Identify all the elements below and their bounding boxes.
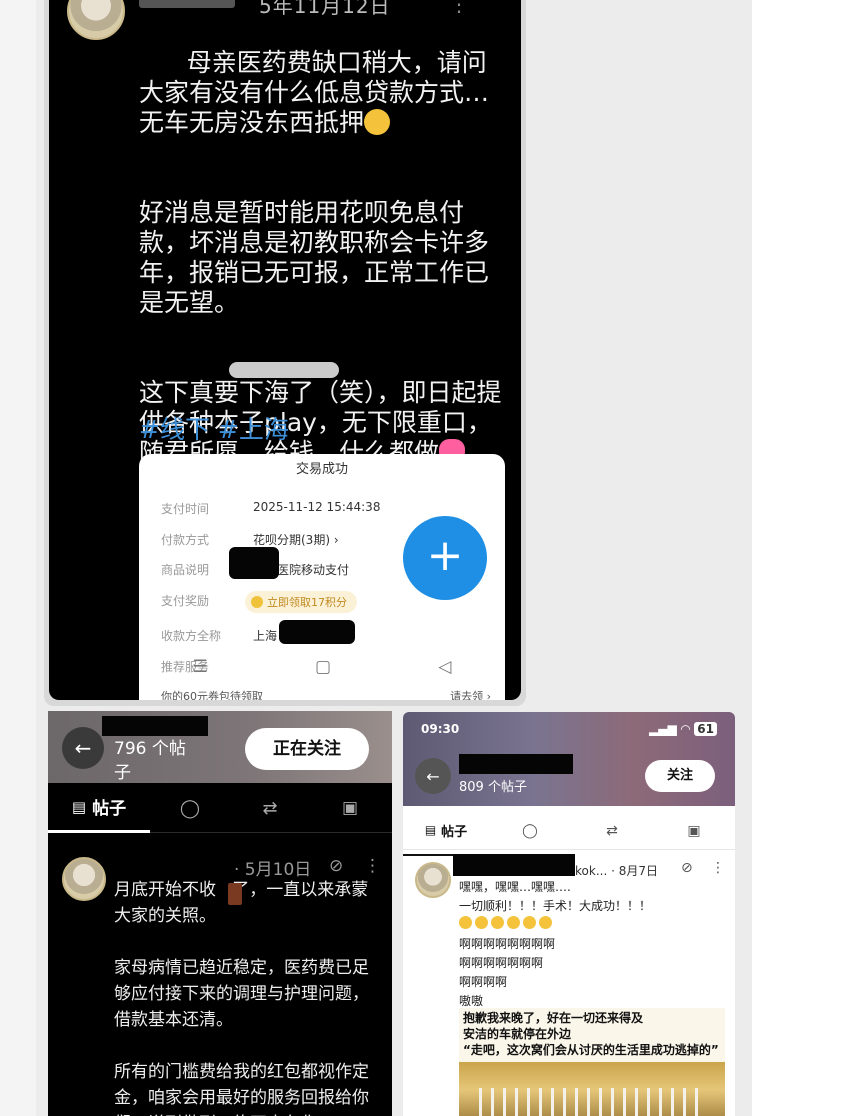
follow-button[interactable]: 关注 bbox=[645, 760, 715, 792]
payment-receipt-image: 交易成功 支付时间 2025-11-12 15:44:38 付款方式 花呗分期(… bbox=[139, 454, 505, 700]
back-button[interactable]: ← bbox=[62, 727, 104, 769]
coin-icon bbox=[251, 596, 263, 608]
pensive-emoji-icon bbox=[364, 109, 391, 135]
receipt-footer: 你的60元券包待领取 请去领 › bbox=[161, 688, 491, 700]
avatar[interactable] bbox=[62, 857, 106, 901]
battery-icon: 61 bbox=[694, 722, 717, 736]
left-gutter bbox=[0, 0, 36, 1116]
more-icon[interactable]: ⋮ bbox=[364, 856, 381, 876]
tab-reposts[interactable]: ⇄ bbox=[230, 783, 310, 833]
pleading-emoji-icon bbox=[491, 916, 504, 929]
posts-icon: ▤ bbox=[424, 823, 437, 837]
right-profile-screenshot[interactable]: 09:30 ▂▄▆ ◠ 61 ← 809 个帖子 关注 ▤ 帖子 ◯ ⇄ ▣ k… bbox=[403, 712, 735, 1116]
post-paragraph-2: 好消息是暂时能用花呗免息付款，坏消息是初教职称会卡许多年，报销已无可报，正常工作… bbox=[139, 198, 490, 317]
post-count: 796 个帖子 bbox=[114, 739, 186, 783]
tab-posts[interactable]: ▤ 帖子 bbox=[48, 783, 150, 833]
menu-icon[interactable]: ☰ bbox=[193, 657, 208, 677]
reward-label: 立即领取17积分 bbox=[267, 596, 347, 609]
following-button[interactable]: 正在关注 bbox=[245, 728, 369, 770]
post-handle-date: kok... · 8月7日 bbox=[575, 864, 658, 878]
tab-media[interactable]: ▣ bbox=[653, 806, 735, 856]
post-count: 809 个帖子 bbox=[459, 780, 527, 795]
tab-reposts[interactable]: ⇄ bbox=[571, 806, 653, 856]
receipt-label-desc: 商品说明 bbox=[161, 563, 210, 577]
coupon-link[interactable]: 请去领 › bbox=[450, 688, 491, 700]
tab-replies[interactable]: ◯ bbox=[489, 806, 571, 856]
no-sync-icon[interactable]: ⊘ bbox=[681, 860, 693, 876]
more-icon[interactable]: ⋮ bbox=[711, 860, 725, 876]
receipt-value-desc: 医院移动支付 bbox=[277, 563, 350, 577]
post-image[interactable]: 抱歉我来晚了，好在一切还来得及 安洁的车就停在外边 “走吧，这次窝们会从讨厌的生… bbox=[459, 1008, 725, 1116]
reward-badge[interactable]: 立即领取17积分 bbox=[245, 591, 357, 613]
profile-tabs: ▤ 帖子 ◯ ⇄ ▣ bbox=[403, 806, 735, 856]
comment-icon: ◯ bbox=[179, 797, 201, 819]
redacted-block bbox=[229, 547, 279, 579]
pleading-emoji-icon bbox=[507, 916, 520, 929]
tab-posts-label: 帖子 bbox=[441, 824, 468, 840]
redacted-username bbox=[453, 854, 575, 876]
back-button[interactable]: ← bbox=[415, 758, 451, 794]
tab-posts[interactable]: ▤ 帖子 bbox=[403, 806, 489, 856]
post-paragraph-1: 母亲医药费缺口稍大，请问大家有没有什么低息贷款方式…无车无房没东西抵押 bbox=[139, 48, 490, 137]
left-profile-screenshot[interactable]: ← 796 个帖子 正在关注 ▤ 帖子 ◯ ⇄ ▣ · 5月10日 ⊘ ⋮ 月底… bbox=[48, 711, 392, 1116]
redacted-username bbox=[459, 754, 573, 774]
tab-replies[interactable]: ◯ bbox=[150, 783, 230, 833]
receipt-label-method: 付款方式 bbox=[161, 533, 210, 547]
receipt-label-reward: 支付奖励 bbox=[161, 594, 210, 608]
profile-header: 09:30 ▂▄▆ ◠ 61 ← 809 个帖子 关注 bbox=[403, 712, 735, 806]
post-body: 月底开始不收 了，一直以来承蒙大家的关照。 家母病情已趋近稳定，医药费已足够应付… bbox=[114, 880, 369, 1116]
photo-bed-rail bbox=[459, 1062, 725, 1116]
redacted-smudge bbox=[229, 362, 339, 378]
status-bar: 09:30 ▂▄▆ ◠ 61 bbox=[403, 712, 735, 746]
redacted-block bbox=[279, 620, 355, 644]
profile-header: ← 796 个帖子 正在关注 bbox=[48, 711, 392, 783]
post-body: 嘿嘿，嘿嘿…嘿嘿…. 一切顺利！！！手术！大成功！！！ 啊啊啊啊啊啊啊啊 啊啊啊… bbox=[459, 880, 652, 1008]
comment-icon: ◯ bbox=[522, 823, 538, 839]
clock: 09:30 bbox=[421, 722, 460, 736]
receipt-label-payee: 收款方全称 bbox=[161, 629, 222, 643]
redacted-username bbox=[139, 0, 235, 8]
hashtags[interactable]: #线下 #上海 bbox=[139, 410, 289, 446]
arrow-left-icon: ← bbox=[74, 736, 92, 760]
avatar[interactable] bbox=[67, 0, 125, 40]
receipt-label-time: 支付时间 bbox=[161, 502, 210, 516]
pleading-emoji-icon bbox=[523, 916, 536, 929]
status-icons: ▂▄▆ ◠ 61 bbox=[649, 722, 717, 736]
profile-tabs: ▤ 帖子 ◯ ⇄ ▣ bbox=[48, 783, 392, 833]
posts-icon: ▤ bbox=[71, 797, 87, 816]
redacted-username bbox=[102, 716, 208, 736]
back-icon[interactable]: ◁ bbox=[438, 657, 451, 677]
signal-icon: ▂▄▆ bbox=[649, 722, 677, 736]
pleading-emoji-row bbox=[459, 916, 552, 929]
top-screenshot[interactable]: 5年11月12日 ⋮ 母亲医药费缺口稍大，请问大家有没有什么低息贷款方式…无车无… bbox=[44, 0, 526, 706]
image-caption: 抱歉我来晚了，好在一切还来得及 安洁的车就停在外边 “走吧，这次窝们会从讨厌的生… bbox=[463, 1011, 719, 1057]
repost-icon: ⇄ bbox=[606, 823, 618, 839]
avatar[interactable] bbox=[415, 862, 451, 898]
post-card: 5年11月12日 ⋮ 母亲医药费缺口稍大，请问大家有没有什么低息贷款方式…无车无… bbox=[49, 0, 521, 700]
repost-icon: ⇄ bbox=[262, 797, 278, 819]
redacted-block bbox=[228, 883, 242, 905]
post-date: 5年11月12日 bbox=[259, 0, 391, 18]
right-margin bbox=[752, 0, 849, 1116]
home-icon[interactable]: ▢ bbox=[315, 657, 331, 677]
media-icon: ▣ bbox=[341, 798, 359, 818]
wifi-icon: ◠ bbox=[680, 722, 691, 736]
more-icon[interactable]: ⋮ bbox=[449, 0, 469, 16]
receipt-title: 交易成功 bbox=[295, 462, 348, 477]
pleading-emoji-icon bbox=[539, 916, 552, 929]
receipt-value-method: 花呗分期(3期) › bbox=[253, 533, 339, 547]
add-button[interactable]: + bbox=[403, 516, 487, 600]
android-nav-bar: ☰ ▢ ◁ bbox=[139, 650, 505, 684]
arrow-left-icon: ← bbox=[426, 766, 440, 786]
pleading-emoji-icon bbox=[459, 916, 472, 929]
receipt-value-time: 2025-11-12 15:44:38 bbox=[253, 500, 381, 514]
no-sync-icon[interactable]: ⊘ bbox=[329, 856, 343, 876]
pleading-emoji-icon bbox=[475, 916, 488, 929]
tab-posts-label: 帖子 bbox=[92, 799, 127, 819]
media-icon: ▣ bbox=[687, 823, 701, 839]
coupon-text: 你的60元券包待领取 bbox=[161, 690, 263, 700]
tab-media[interactable]: ▣ bbox=[310, 783, 390, 833]
